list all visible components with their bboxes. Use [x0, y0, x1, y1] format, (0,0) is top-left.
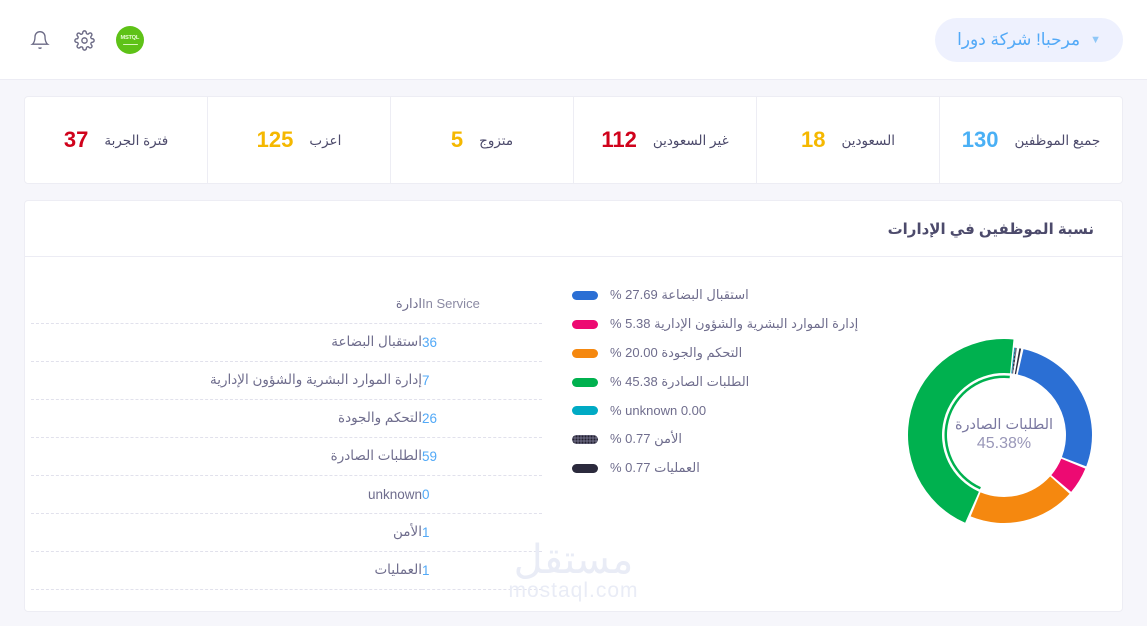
- legend-item[interactable]: استقبال البضاعة 27.69 %: [572, 287, 749, 303]
- legend-color-swatch: [572, 377, 598, 387]
- stat-card-label: جميع الموظفين: [1014, 132, 1101, 148]
- table-body: 36 استقبال البضاعة 7 إدارة الموارد البشرية …: [31, 323, 542, 590]
- departments-panel: نسبة الموظفين في الإدارات استقبال البضاع…: [24, 200, 1123, 612]
- gear-icon[interactable]: [72, 28, 96, 52]
- panel-body: استقبال البضاعة 27.69 % إدارة الموارد الب…: [25, 257, 1122, 611]
- cell-in-service: 1: [422, 551, 542, 590]
- legend-item[interactable]: إدارة الموارد البشرية والشؤون الإدارية 5…: [572, 316, 858, 332]
- cell-department: unknown: [31, 475, 422, 514]
- cell-department: الطلبات الصادرة: [31, 437, 422, 476]
- brand-logo-text: MSTQL: [120, 34, 140, 41]
- panel-header: نسبة الموظفين في الإدارات: [25, 201, 1122, 257]
- legend-color-swatch: [572, 348, 598, 358]
- departments-table: In Service ادارة 36 استقبال البضاعة 7 إدارة…: [31, 285, 542, 590]
- column-header-in-service[interactable]: In Service: [422, 285, 542, 324]
- cell-department: العمليات: [31, 551, 422, 590]
- donut-slice[interactable]: [970, 475, 1070, 523]
- donut-chart[interactable]: الطلبات الصادرة 45.38%: [904, 335, 1104, 535]
- stat-card-value: 125: [256, 127, 294, 152]
- stat-card-label: فترة الجربة: [104, 132, 169, 148]
- chart-legend: استقبال البضاعة 27.69 % إدارة الموارد الب…: [572, 287, 892, 476]
- legend-color-swatch: [572, 463, 598, 473]
- table-header-row: In Service ادارة: [31, 285, 542, 324]
- legend-item[interactable]: unknown 0.00 %: [572, 403, 706, 418]
- legend-item-label: العمليات 0.77 %: [610, 460, 700, 475]
- legend-item[interactable]: العمليات 0.77 %: [572, 460, 700, 476]
- stat-card-value: 5: [450, 127, 464, 152]
- table-row[interactable]: 7 إدارة الموارد البشرية والشؤون الإدارية: [31, 361, 542, 400]
- cell-in-service: 26: [422, 399, 542, 438]
- stat-card[interactable]: فترة الجربة 37: [25, 97, 207, 183]
- cell-department: استقبال البضاعة: [31, 323, 422, 362]
- brand-logo-underline: [122, 43, 138, 46]
- departments-table-area: In Service ادارة 36 استقبال البضاعة 7 إدارة…: [25, 257, 570, 611]
- donut-slice[interactable]: [908, 338, 1014, 523]
- column-header-department[interactable]: ادارة: [31, 285, 422, 324]
- table-row[interactable]: 1 الأمن: [31, 513, 542, 552]
- user-greeting-dropdown[interactable]: ▼ مرحبا! شركة دورا: [935, 18, 1123, 62]
- donut-chart-area: استقبال البضاعة 27.69 % إدارة الموارد الب…: [570, 257, 1122, 611]
- user-greeting-label: مرحبا! شركة دورا: [957, 30, 1081, 49]
- legend-item-label: unknown 0.00 %: [610, 403, 707, 418]
- legend-item[interactable]: الطلبات الصادرة 45.38 %: [572, 374, 749, 390]
- stat-card[interactable]: السعودين 18: [756, 97, 939, 183]
- table-header: In Service ادارة: [31, 285, 542, 324]
- stat-card[interactable]: متزوج 5: [390, 97, 573, 183]
- cell-in-service: 1: [422, 513, 542, 552]
- cell-in-service: 59: [422, 437, 542, 476]
- table-row[interactable]: 36 استقبال البضاعة: [31, 323, 542, 362]
- stat-card-value: 37: [63, 127, 89, 152]
- departments-section: نسبة الموظفين في الإدارات استقبال البضاع…: [0, 184, 1147, 612]
- stat-card-label: السعودين: [841, 132, 895, 148]
- cell-in-service: 0: [422, 475, 542, 514]
- stat-card-label: متزوج: [479, 132, 514, 148]
- cell-department: التحكم والجودة: [31, 399, 422, 438]
- cell-in-service: 7: [422, 361, 542, 400]
- legend-item[interactable]: التحكم والجودة 20.00 %: [572, 345, 742, 361]
- legend-color-swatch: [572, 406, 598, 415]
- topbar-left-controls: MSTQL: [28, 0, 144, 80]
- stat-card[interactable]: جميع الموظفين 130: [939, 97, 1122, 183]
- cell-department: الأمن: [31, 513, 422, 552]
- cell-department: إدارة الموارد البشرية والشؤون الإدارية: [31, 361, 422, 400]
- donut-chart-svg: [908, 338, 1092, 523]
- bell-icon[interactable]: [28, 28, 52, 52]
- stat-card[interactable]: غير السعودين 112: [573, 97, 756, 183]
- legend-item-label: الطلبات الصادرة 45.38 %: [610, 374, 750, 389]
- table-row[interactable]: 0 unknown: [31, 475, 542, 514]
- legend-color-swatch: [572, 319, 598, 329]
- legend-item-label: التحكم والجودة 20.00 %: [610, 345, 743, 360]
- table-row[interactable]: 59 الطلبات الصادرة: [31, 437, 542, 476]
- stats-section: جميع الموظفين 130 السعودين 18 غير السعود…: [0, 80, 1147, 184]
- brand-logo[interactable]: MSTQL: [116, 26, 144, 54]
- legend-color-swatch: [572, 434, 598, 444]
- page-title: نسبة الموظفين في الإدارات: [887, 220, 1094, 238]
- stat-card-value: 130: [961, 127, 999, 152]
- legend-item-label: إدارة الموارد البشرية والشؤون الإدارية 5…: [610, 316, 859, 331]
- legend-color-swatch: [572, 290, 598, 300]
- cell-in-service: 36: [422, 323, 542, 362]
- stats-card-strip: جميع الموظفين 130 السعودين 18 غير السعود…: [24, 96, 1123, 184]
- legend-item-label: الأمن 0.77 %: [610, 431, 682, 446]
- table-row[interactable]: 26 التحكم والجودة: [31, 399, 542, 438]
- table-row[interactable]: 1 العمليات: [31, 551, 542, 590]
- stat-card-label: اعزب: [309, 132, 342, 148]
- stat-card[interactable]: اعزب 125: [207, 97, 390, 183]
- chevron-down-icon: ▼: [1090, 33, 1101, 46]
- legend-item-label: استقبال البضاعة 27.69 %: [610, 287, 749, 302]
- stat-card-value: 112: [601, 127, 637, 152]
- top-navigation-bar: MSTQL ▼ مرحبا! شركة دورا: [0, 0, 1147, 80]
- legend-item[interactable]: الأمن 0.77 %: [572, 431, 682, 447]
- donut-slice[interactable]: [1017, 348, 1092, 466]
- stat-card-value: 18: [801, 127, 826, 152]
- stat-card-label: غير السعودين: [652, 132, 729, 148]
